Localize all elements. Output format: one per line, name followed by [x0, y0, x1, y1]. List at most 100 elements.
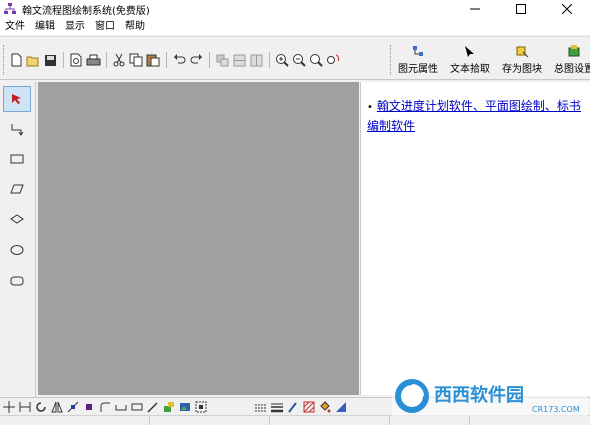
- redo-button[interactable]: [188, 52, 204, 68]
- toolbar-gripper[interactable]: [390, 45, 392, 75]
- arrange-button-2[interactable]: [231, 52, 247, 68]
- scissors-icon: [113, 53, 125, 67]
- rounded-rectangle-icon: [10, 276, 24, 286]
- shade-icon: [336, 401, 346, 412]
- drawing-canvas[interactable]: [38, 82, 359, 395]
- paste-button[interactable]: [145, 52, 161, 68]
- watermark-logo: 西西软件园 CR173.COM: [392, 376, 588, 416]
- zoom-fit-button[interactable]: [308, 52, 324, 68]
- window-title: 翰文流程图绘制系统(免费版): [22, 5, 150, 17]
- open-folder-icon: [26, 56, 38, 66]
- title-bar: 翰文流程图绘制系统(免费版): [0, 0, 590, 18]
- image-icon: [180, 402, 190, 411]
- drawing-toolbar-group: 图元属性 文本拾取 存为图块 总图设置: [395, 41, 590, 77]
- menu-view[interactable]: 显示: [60, 18, 90, 35]
- status-cell: [0, 416, 150, 425]
- promo-link-continued[interactable]: 编制软件: [367, 119, 415, 133]
- menu-help[interactable]: 帮助: [120, 18, 150, 35]
- promo-link[interactable]: 翰文进度计划软件、平面图绘制、标书: [377, 99, 581, 113]
- brush-button[interactable]: [286, 400, 300, 414]
- hatch-button[interactable]: [302, 400, 316, 414]
- promo-link-line: • 翰文进度计划软件、平面图绘制、标书: [367, 96, 581, 118]
- toolbar-separator: [166, 52, 167, 68]
- diagram-settings-label: 总图设置: [554, 64, 590, 75]
- open-button[interactable]: [25, 52, 41, 68]
- zoom-out-button[interactable]: [291, 52, 307, 68]
- watermark-subtext: CR173.COM: [532, 405, 580, 414]
- parallelogram-tool[interactable]: [3, 176, 31, 202]
- maximize-button[interactable]: [498, 0, 544, 18]
- arrange-button-1[interactable]: [214, 52, 230, 68]
- move-button[interactable]: [2, 400, 16, 414]
- text-pick-icon: [465, 46, 474, 57]
- ellipse-tool[interactable]: [3, 237, 31, 263]
- box-button[interactable]: [130, 400, 144, 414]
- save-block-icon: [516, 46, 529, 58]
- image-button[interactable]: [178, 400, 192, 414]
- print-preview-button[interactable]: [68, 52, 84, 68]
- box-icon: [131, 403, 143, 410]
- cut-button[interactable]: [111, 52, 127, 68]
- arrange-button-3[interactable]: [248, 52, 264, 68]
- hatch-icon: [303, 401, 315, 412]
- vertical-split-icon: [250, 54, 262, 66]
- zoom-refresh-button[interactable]: [325, 52, 341, 68]
- menu-file[interactable]: 文件: [0, 18, 30, 35]
- move-icon: [3, 400, 15, 413]
- toolbar-separator: [63, 52, 64, 68]
- dash-line-icon: [255, 404, 267, 411]
- rectangle-tool[interactable]: [3, 146, 31, 172]
- group-button[interactable]: [194, 400, 208, 414]
- undo-button[interactable]: [171, 52, 187, 68]
- print-preview-icon: [70, 53, 82, 67]
- color-button[interactable]: [162, 400, 176, 414]
- parallelogram-icon: [10, 184, 24, 194]
- standard-toolbar-group: [8, 51, 342, 69]
- fill-button[interactable]: [82, 400, 96, 414]
- save-button[interactable]: [42, 52, 58, 68]
- paint-bucket-icon: [320, 400, 331, 412]
- zoom-in-button[interactable]: [274, 52, 290, 68]
- rounded-rect-tool[interactable]: [3, 268, 31, 294]
- copy-icon: [129, 53, 143, 67]
- shade-button[interactable]: [334, 400, 348, 414]
- select-tool[interactable]: [3, 86, 31, 112]
- color-picker-icon: [164, 401, 174, 412]
- toolbar-gripper[interactable]: [3, 45, 5, 75]
- diagram-settings-button[interactable]: 总图设置: [551, 41, 590, 77]
- connector-tool[interactable]: [3, 116, 31, 142]
- save-block-button[interactable]: 存为图块: [499, 41, 545, 77]
- line-style-button[interactable]: [254, 400, 268, 414]
- line-width-button[interactable]: [270, 400, 284, 414]
- bracket-button[interactable]: [114, 400, 128, 414]
- close-button[interactable]: [544, 0, 590, 18]
- diamond-tool[interactable]: [3, 206, 31, 232]
- text-pick-label: 文本拾取: [450, 64, 490, 75]
- element-properties-label: 图元属性: [398, 64, 438, 75]
- horizontal-split-icon: [233, 54, 245, 66]
- elbow-connector-icon: [11, 124, 24, 136]
- copy-button[interactable]: [128, 52, 144, 68]
- bracket-icon: [115, 404, 127, 410]
- filled-square-icon: [86, 403, 92, 410]
- flip-button[interactable]: [50, 400, 64, 414]
- bucket-button[interactable]: [318, 400, 332, 414]
- text-pick-button[interactable]: 文本拾取: [447, 41, 493, 77]
- diagonal-line-icon: [67, 401, 79, 412]
- maximize-icon: [516, 4, 526, 14]
- print-button[interactable]: [85, 52, 101, 68]
- menu-edit[interactable]: 编辑: [30, 18, 60, 35]
- width-button[interactable]: [18, 400, 32, 414]
- pen-button[interactable]: [146, 400, 160, 414]
- toolbar-separator: [106, 52, 107, 68]
- element-properties-button[interactable]: 图元属性: [395, 41, 441, 77]
- minimize-button[interactable]: [452, 0, 498, 18]
- new-button[interactable]: [8, 52, 24, 68]
- line-button[interactable]: [66, 400, 80, 414]
- menu-window[interactable]: 窗口: [90, 18, 120, 35]
- bullet-icon: •: [367, 102, 373, 113]
- ellipse-icon: [10, 245, 24, 255]
- arc-button[interactable]: [98, 400, 112, 414]
- promo-link-line2: 编制软件: [367, 116, 415, 136]
- rotate-button[interactable]: [34, 400, 48, 414]
